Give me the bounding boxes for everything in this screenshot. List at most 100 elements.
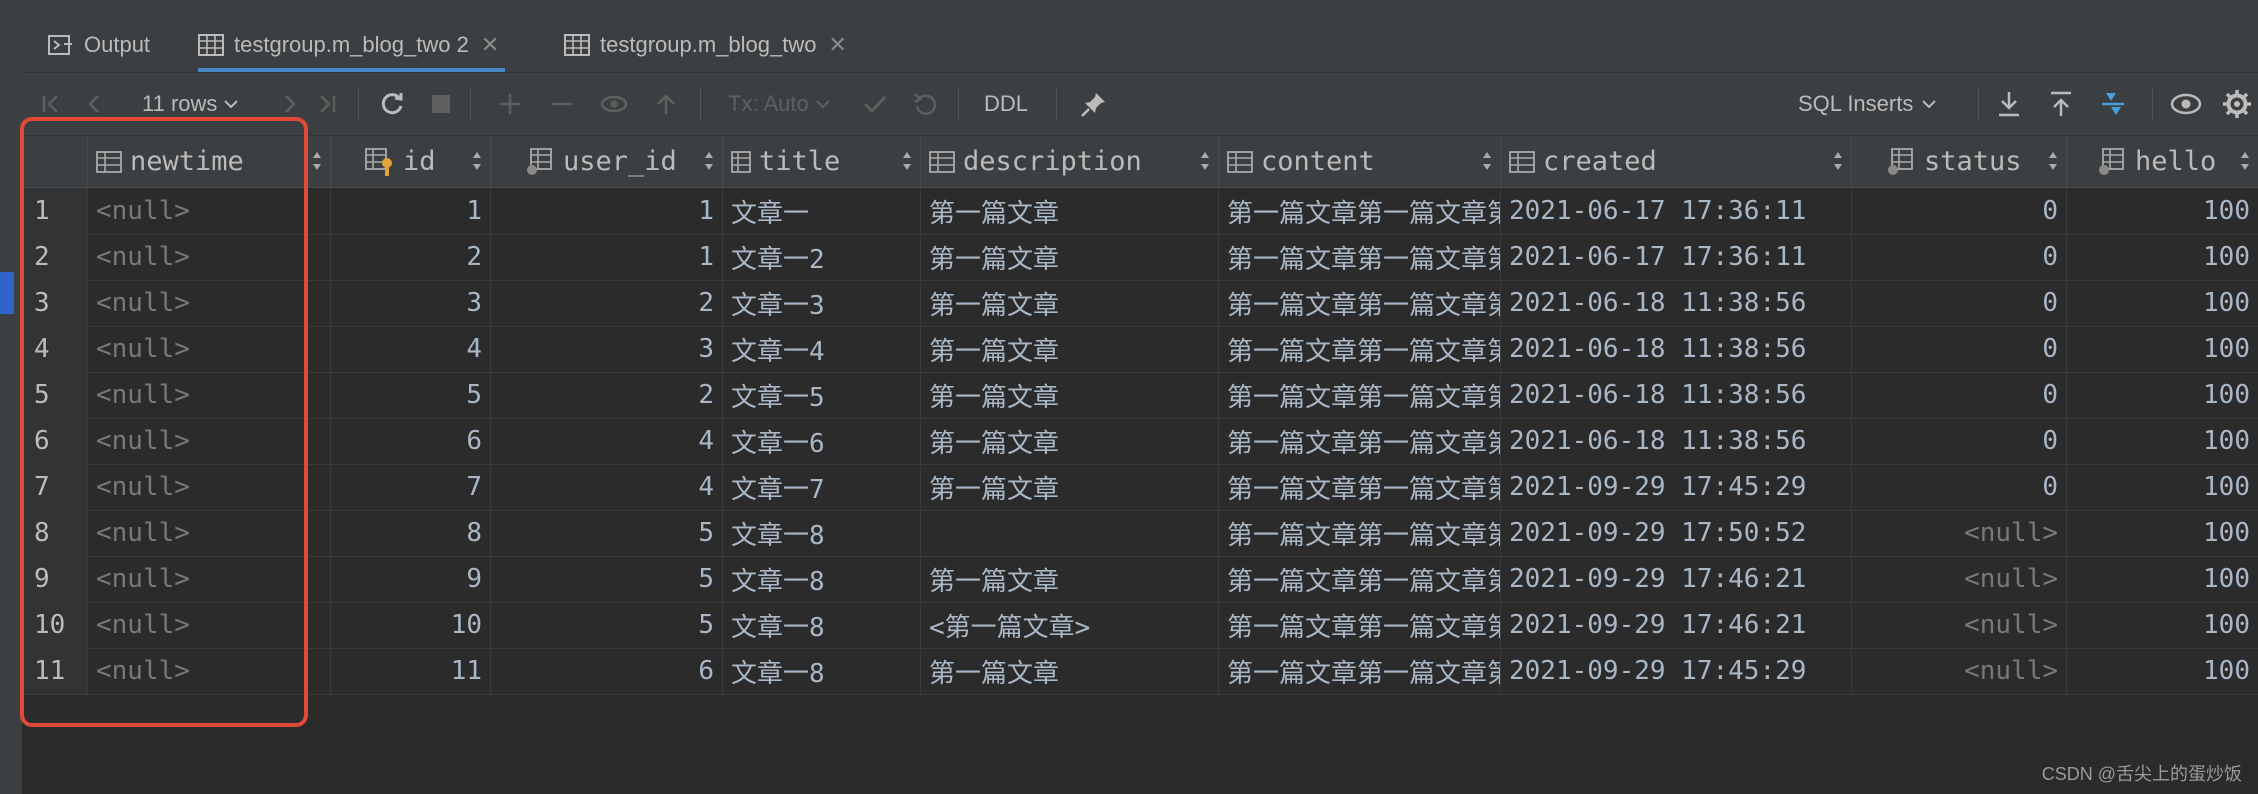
cell-user-id[interactable]: 2 bbox=[491, 372, 723, 418]
add-row-icon[interactable] bbox=[498, 73, 522, 135]
cell-title[interactable]: 文章一6 bbox=[723, 418, 921, 464]
cell-status[interactable]: 0 bbox=[1852, 188, 2067, 234]
table-row[interactable]: 1 <null> 1 1 文章一 第一篇文章 第一篇文章第一篇文章第 2021-06-17 1… bbox=[22, 188, 2258, 235]
cell-title[interactable]: 文章一 bbox=[723, 188, 921, 234]
cell-hello[interactable]: 100 bbox=[2067, 510, 2258, 556]
cell-status[interactable]: <null> bbox=[1852, 556, 2067, 602]
cell-hello[interactable]: 100 bbox=[2067, 326, 2258, 372]
cell-status[interactable]: 0 bbox=[1852, 418, 2067, 464]
gear-icon[interactable] bbox=[2222, 73, 2252, 135]
cell-id[interactable]: 1 bbox=[331, 188, 491, 234]
cell-id[interactable]: 10 bbox=[331, 602, 491, 648]
column-header-status[interactable]: status bbox=[1852, 136, 2067, 187]
cell-user-id[interactable]: 4 bbox=[491, 418, 723, 464]
cell-description[interactable]: 第一篇文章 bbox=[921, 648, 1219, 694]
cell-title[interactable]: 文章一8 bbox=[723, 648, 921, 694]
cell-content[interactable]: 第一篇文章第一篇文章第 bbox=[1219, 280, 1501, 326]
cell-content[interactable]: 第一篇文章第一篇文章第 bbox=[1219, 418, 1501, 464]
cell-hello[interactable]: 100 bbox=[2067, 188, 2258, 234]
column-header-created[interactable]: created bbox=[1501, 136, 1852, 187]
table-row[interactable]: 2 <null> 2 1 文章一2 第一篇文章 第一篇文章第一篇文章第 2021-06-17 … bbox=[22, 234, 2258, 281]
sort-icon[interactable] bbox=[704, 150, 714, 172]
cell-id[interactable]: 3 bbox=[331, 280, 491, 326]
transaction-mode-dropdown[interactable]: Tx: Auto bbox=[728, 73, 831, 135]
cell-content[interactable]: 第一篇文章第一篇文章第 bbox=[1219, 602, 1501, 648]
cell-description[interactable]: 第一篇文章 bbox=[921, 464, 1219, 510]
cell-content[interactable]: 第一篇文章第一篇文章第 bbox=[1219, 556, 1501, 602]
export-format-dropdown[interactable]: SQL Inserts bbox=[1798, 73, 1937, 135]
sort-icon[interactable] bbox=[2240, 150, 2250, 172]
tab-testgroup-m-blog-two-2[interactable]: testgroup.m_blog_two 2 ✕ bbox=[198, 18, 506, 72]
cell-title[interactable]: 文章一8 bbox=[723, 510, 921, 556]
cell-status[interactable]: <null> bbox=[1852, 510, 2067, 556]
commit-icon[interactable] bbox=[862, 73, 888, 135]
cell-created[interactable]: 2021-09-29 17:45:29 bbox=[1501, 648, 1852, 694]
cell-title[interactable]: 文章一8 bbox=[723, 556, 921, 602]
cell-created[interactable]: 2021-09-29 17:45:29 bbox=[1501, 464, 1852, 510]
cell-status[interactable]: <null> bbox=[1852, 648, 2067, 694]
cell-hello[interactable]: 100 bbox=[2067, 464, 2258, 510]
refresh-icon[interactable] bbox=[378, 73, 406, 135]
tab-testgroup-m-blog-two[interactable]: testgroup.m_blog_two ✕ bbox=[564, 18, 847, 72]
cell-title[interactable]: 文章一5 bbox=[723, 372, 921, 418]
cell-description[interactable]: 第一篇文章 bbox=[921, 418, 1219, 464]
cell-id[interactable]: 2 bbox=[331, 234, 491, 280]
cell-user-id[interactable]: 3 bbox=[491, 326, 723, 372]
cell-user-id[interactable]: 1 bbox=[491, 234, 723, 280]
cell-id[interactable]: 7 bbox=[331, 464, 491, 510]
cell-status[interactable]: 0 bbox=[1852, 464, 2067, 510]
sort-icon[interactable] bbox=[1833, 150, 1843, 172]
cell-user-id[interactable]: 6 bbox=[491, 648, 723, 694]
cell-status[interactable]: 0 bbox=[1852, 234, 2067, 280]
table-row[interactable]: 5 <null> 5 2 文章一5 第一篇文章 第一篇文章第一篇文章第 2021-06-18 … bbox=[22, 372, 2258, 419]
table-row[interactable]: 4 <null> 4 3 文章一4 第一篇文章 第一篇文章第一篇文章第 2021-06-18 … bbox=[22, 326, 2258, 373]
compare-icon[interactable] bbox=[2098, 73, 2128, 135]
cell-id[interactable]: 4 bbox=[331, 326, 491, 372]
column-header-hello[interactable]: hello bbox=[2067, 136, 2258, 187]
table-row[interactable]: 9 <null> 9 5 文章一8 第一篇文章 第一篇文章第一篇文章第 2021-09-29 … bbox=[22, 556, 2258, 603]
cell-created[interactable]: 2021-06-18 11:38:56 bbox=[1501, 372, 1852, 418]
cell-content[interactable]: 第一篇文章第一篇文章第 bbox=[1219, 372, 1501, 418]
sort-icon[interactable] bbox=[2048, 150, 2058, 172]
column-header-title[interactable]: title bbox=[723, 136, 921, 187]
cell-user-id[interactable]: 2 bbox=[491, 280, 723, 326]
cell-user-id[interactable]: 1 bbox=[491, 188, 723, 234]
table-row[interactable]: 11 <null> 11 6 文章一8 第一篇文章 第一篇文章第一篇文章第 2021-09-2… bbox=[22, 648, 2258, 695]
cell-created[interactable]: 2021-09-29 17:50:52 bbox=[1501, 510, 1852, 556]
sort-icon[interactable] bbox=[312, 150, 322, 172]
cell-title[interactable]: 文章一3 bbox=[723, 280, 921, 326]
column-header-user-id[interactable]: user_id bbox=[491, 136, 723, 187]
cell-user-id[interactable]: 5 bbox=[491, 602, 723, 648]
pin-icon[interactable] bbox=[1080, 73, 1108, 135]
submit-icon[interactable] bbox=[654, 73, 678, 135]
cell-content[interactable]: 第一篇文章第一篇文章第 bbox=[1219, 188, 1501, 234]
cell-status[interactable]: 0 bbox=[1852, 280, 2067, 326]
cell-content[interactable]: 第一篇文章第一篇文章第 bbox=[1219, 464, 1501, 510]
ddl-button[interactable]: DDL bbox=[984, 73, 1028, 135]
table-row[interactable]: 6 <null> 6 4 文章一6 第一篇文章 第一篇文章第一篇文章第 2021-06-18 … bbox=[22, 418, 2258, 465]
cell-id[interactable]: 8 bbox=[331, 510, 491, 556]
cell-id[interactable]: 6 bbox=[331, 418, 491, 464]
cell-user-id[interactable]: 4 bbox=[491, 464, 723, 510]
cell-status[interactable]: 0 bbox=[1852, 372, 2067, 418]
delete-row-icon[interactable] bbox=[550, 73, 574, 135]
stop-icon[interactable] bbox=[430, 73, 452, 135]
table-row[interactable]: 7 <null> 7 4 文章一7 第一篇文章 第一篇文章第一篇文章第 2021-09-29 … bbox=[22, 464, 2258, 511]
revert-icon[interactable] bbox=[600, 73, 628, 135]
table-row[interactable]: 3 <null> 3 2 文章一3 第一篇文章 第一篇文章第一篇文章第 2021-06-18 … bbox=[22, 280, 2258, 327]
cell-content[interactable]: 第一篇文章第一篇文章第 bbox=[1219, 326, 1501, 372]
cell-title[interactable]: 文章一2 bbox=[723, 234, 921, 280]
cell-created[interactable]: 2021-09-29 17:46:21 bbox=[1501, 602, 1852, 648]
cell-content[interactable]: 第一篇文章第一篇文章第 bbox=[1219, 510, 1501, 556]
cell-created[interactable]: 2021-06-18 11:38:56 bbox=[1501, 326, 1852, 372]
cell-created[interactable]: 2021-06-17 17:36:11 bbox=[1501, 234, 1852, 280]
eye-icon[interactable] bbox=[2170, 73, 2202, 135]
last-page-icon[interactable] bbox=[316, 73, 338, 135]
cell-status[interactable]: 0 bbox=[1852, 326, 2067, 372]
download-icon[interactable] bbox=[1996, 73, 2022, 135]
cell-description[interactable]: 第一篇文章 bbox=[921, 188, 1219, 234]
cell-content[interactable]: 第一篇文章第一篇文章第 bbox=[1219, 234, 1501, 280]
column-header-description[interactable]: description bbox=[921, 136, 1219, 187]
cell-hello[interactable]: 100 bbox=[2067, 234, 2258, 280]
cell-created[interactable]: 2021-06-18 11:38:56 bbox=[1501, 418, 1852, 464]
